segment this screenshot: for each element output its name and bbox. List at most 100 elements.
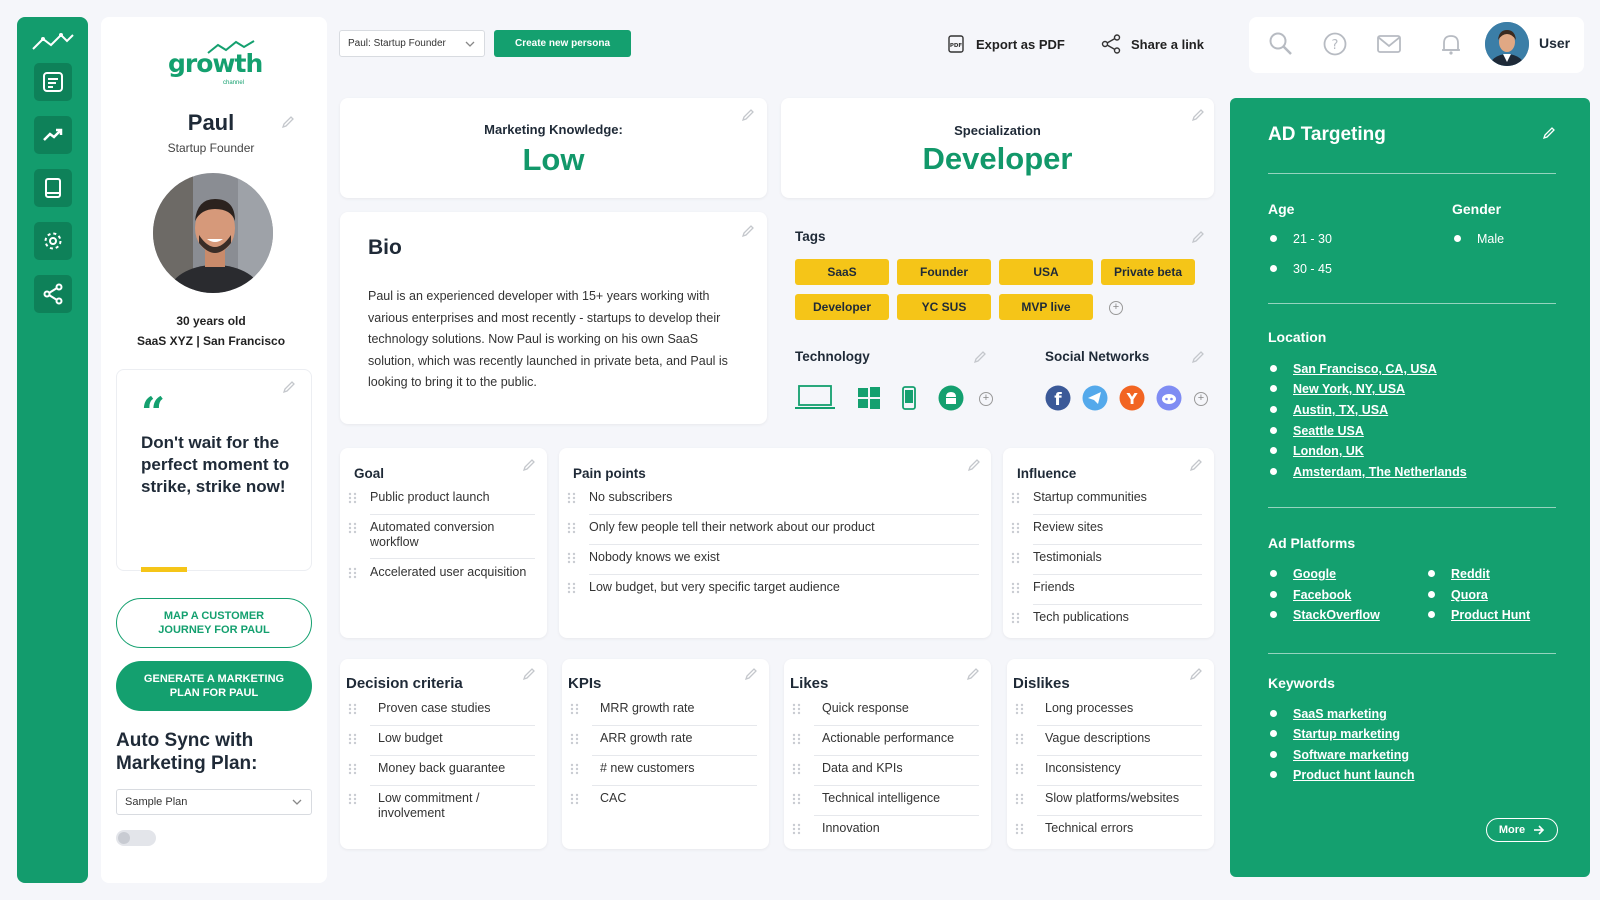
drag-handle-icon[interactable]: [570, 763, 580, 775]
edit-pencil-icon[interactable]: [1191, 230, 1205, 244]
create-persona-button[interactable]: Create new persona: [494, 30, 631, 57]
drag-handle-icon[interactable]: [792, 703, 802, 715]
edit-pencil-icon[interactable]: [744, 667, 758, 681]
drag-handle-icon[interactable]: [348, 733, 358, 745]
list-item[interactable]: Actionable performance: [792, 731, 979, 746]
keyword-link[interactable]: Product hunt launch: [1268, 767, 1415, 783]
ycombinator-icon[interactable]: Y: [1119, 385, 1145, 411]
drag-handle-icon[interactable]: [792, 793, 802, 805]
drag-handle-icon[interactable]: [1011, 552, 1021, 564]
drag-handle-icon[interactable]: [348, 763, 358, 775]
plan-select[interactable]: Sample Plan: [116, 789, 312, 815]
keyword-link[interactable]: Software marketing: [1268, 747, 1409, 763]
platform-link[interactable]: StackOverflow: [1268, 607, 1380, 623]
list-item[interactable]: # new customers: [570, 761, 757, 776]
edit-pencil-icon[interactable]: [1191, 108, 1205, 122]
mail-icon[interactable]: [1375, 30, 1403, 58]
edit-pencil-icon[interactable]: [522, 667, 536, 681]
list-item[interactable]: Only few people tell their network about…: [567, 520, 979, 535]
share-icon[interactable]: [34, 275, 72, 313]
add-social-icon[interactable]: +: [1194, 392, 1208, 406]
drag-handle-icon[interactable]: [567, 522, 577, 534]
list-item[interactable]: Low commitment / involvement: [348, 791, 535, 821]
growth-logo[interactable]: growth channel: [168, 29, 268, 89]
edit-pencil-icon[interactable]: [1542, 126, 1556, 140]
drag-handle-icon[interactable]: [1011, 582, 1021, 594]
drag-handle-icon[interactable]: [792, 823, 802, 835]
list-item[interactable]: Nobody knows we exist: [567, 550, 979, 565]
share-link-button[interactable]: Share a link: [1101, 34, 1204, 54]
list-item[interactable]: Innovation: [792, 821, 979, 836]
drag-handle-icon[interactable]: [570, 703, 580, 715]
discord-icon[interactable]: [1156, 385, 1182, 411]
list-item[interactable]: Data and KPIs: [792, 761, 979, 776]
list-item[interactable]: Technical errors: [1015, 821, 1202, 836]
list-item[interactable]: Automated conversion workflow: [348, 520, 535, 550]
platform-link[interactable]: Google: [1268, 566, 1336, 582]
list-item[interactable]: Slow platforms/websites: [1015, 791, 1202, 806]
list-item[interactable]: Accelerated user acquisition: [348, 565, 535, 580]
more-button[interactable]: More: [1486, 818, 1558, 842]
location-link[interactable]: San Francisco, CA, USA: [1268, 361, 1437, 377]
edit-pencil-icon[interactable]: [967, 458, 981, 472]
analytics-icon[interactable]: [34, 116, 72, 154]
drag-handle-icon[interactable]: [567, 492, 577, 504]
help-icon[interactable]: ?: [1321, 30, 1349, 58]
list-item[interactable]: Low budget, but very specific target aud…: [567, 580, 979, 595]
drag-handle-icon[interactable]: [567, 552, 577, 564]
location-link[interactable]: Seattle USA: [1268, 423, 1364, 439]
list-item[interactable]: Long processes: [1015, 701, 1202, 716]
search-icon[interactable]: [1267, 30, 1295, 58]
list-item[interactable]: Money back guarantee: [348, 761, 535, 776]
add-technology-icon[interactable]: +: [979, 392, 993, 406]
drag-handle-icon[interactable]: [1015, 763, 1025, 775]
tag-founder[interactable]: Founder: [897, 259, 991, 285]
location-link[interactable]: Amsterdam, The Netherlands: [1268, 464, 1467, 480]
list-item[interactable]: CAC: [570, 791, 757, 806]
list-item[interactable]: Testimonials: [1011, 550, 1202, 565]
edit-pencil-icon[interactable]: [741, 224, 755, 238]
edit-pencil-icon[interactable]: [1189, 667, 1203, 681]
auto-sync-toggle[interactable]: [116, 830, 156, 846]
tag-usa[interactable]: USA: [999, 259, 1093, 285]
drag-handle-icon[interactable]: [567, 582, 577, 594]
drag-handle-icon[interactable]: [348, 793, 358, 805]
map-journey-button[interactable]: MAP A CUSTOMER JOURNEY FOR PAUL: [116, 598, 312, 648]
list-item[interactable]: Friends: [1011, 580, 1202, 595]
platform-link[interactable]: Product Hunt: [1426, 607, 1530, 623]
list-item[interactable]: Public product launch: [348, 490, 535, 505]
generate-plan-button[interactable]: GENERATE A MARKETING PLAN FOR PAUL: [116, 661, 312, 711]
list-item[interactable]: Startup communities: [1011, 490, 1202, 505]
drag-handle-icon[interactable]: [1015, 823, 1025, 835]
tag-yc-sus[interactable]: YC SUS: [897, 294, 991, 320]
add-tag-icon[interactable]: +: [1109, 301, 1123, 315]
facebook-icon[interactable]: f: [1045, 385, 1071, 411]
edit-pencil-icon[interactable]: [741, 108, 755, 122]
platform-link[interactable]: Facebook: [1268, 587, 1351, 603]
drag-handle-icon[interactable]: [1011, 492, 1021, 504]
drag-handle-icon[interactable]: [1015, 793, 1025, 805]
list-item[interactable]: Vague descriptions: [1015, 731, 1202, 746]
edit-pencil-icon[interactable]: [1191, 350, 1205, 364]
book-icon[interactable]: [34, 169, 72, 207]
drag-handle-icon[interactable]: [1011, 612, 1021, 624]
platform-link[interactable]: Quora: [1426, 587, 1488, 603]
list-item[interactable]: Technical intelligence: [792, 791, 979, 806]
telegram-icon[interactable]: [1082, 385, 1108, 411]
bell-icon[interactable]: [1437, 30, 1465, 58]
tag-saas[interactable]: SaaS: [795, 259, 889, 285]
user-avatar[interactable]: [1485, 22, 1529, 66]
list-item[interactable]: Tech publications: [1011, 610, 1202, 625]
drag-handle-icon[interactable]: [570, 793, 580, 805]
location-link[interactable]: New York, NY, USA: [1268, 381, 1405, 397]
edit-pencil-icon[interactable]: [522, 458, 536, 472]
user-name[interactable]: User: [1539, 35, 1570, 51]
drag-handle-icon[interactable]: [1015, 703, 1025, 715]
keyword-link[interactable]: SaaS marketing: [1268, 706, 1387, 722]
export-pdf-button[interactable]: PDF Export as PDF: [946, 34, 1065, 54]
list-item[interactable]: Inconsistency: [1015, 761, 1202, 776]
drag-handle-icon[interactable]: [348, 567, 358, 579]
list-item[interactable]: Review sites: [1011, 520, 1202, 535]
tag-mvp-live[interactable]: MVP live: [999, 294, 1093, 320]
location-link[interactable]: London, UK: [1268, 443, 1364, 459]
